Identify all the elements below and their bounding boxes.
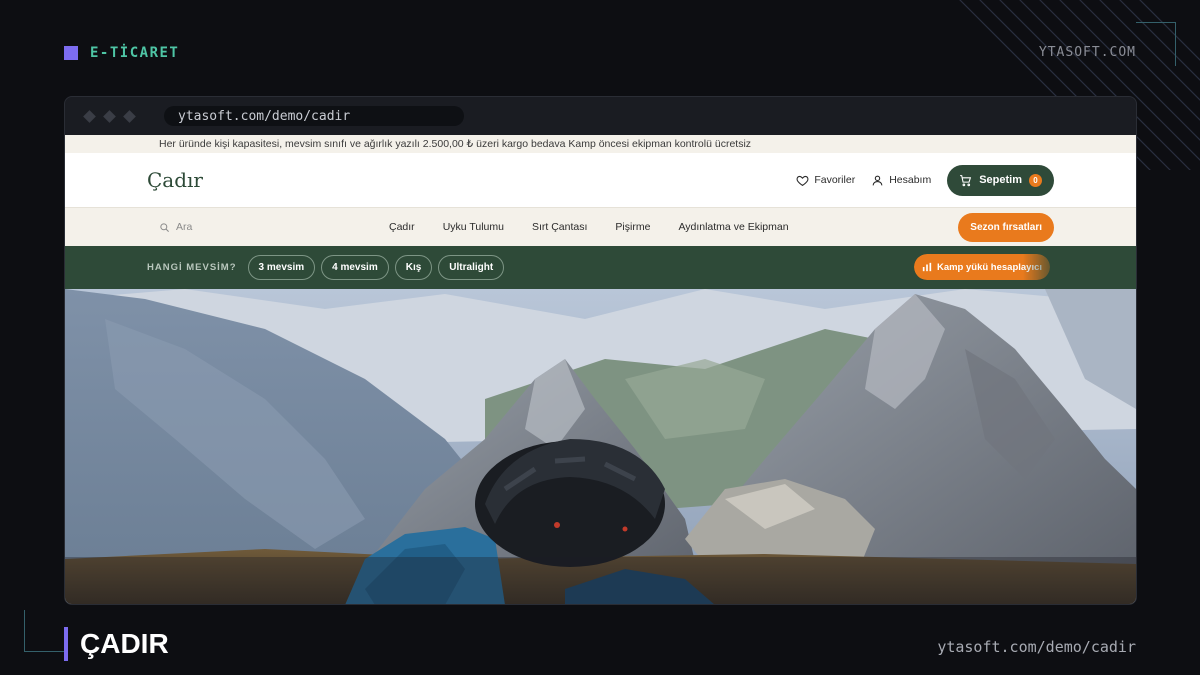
favorites-label: Favoriler — [814, 174, 856, 186]
account-link[interactable]: Hesabım — [871, 174, 931, 187]
nav-item-aydinlatma[interactable]: Aydınlatma ve Ekipman — [678, 221, 788, 233]
footer-url: ytasoft.com/demo/cadir — [937, 638, 1136, 656]
cart-button[interactable]: Sepetim 0 — [947, 164, 1054, 196]
site-logo[interactable]: Çadır — [147, 168, 203, 192]
season-filter-bar: HANGİ MEVSİM? 3 mevsim 4 mevsim Kış Ultr… — [65, 246, 1136, 289]
season-chip-3-mevsim[interactable]: 3 mevsim — [247, 255, 316, 280]
season-question: HANGİ MEVSİM? — [147, 262, 237, 273]
nav-item-sirt-cantasi[interactable]: Sırt Çantası — [532, 221, 587, 233]
season-chip-ultralight[interactable]: Ultralight — [438, 255, 505, 280]
season-chip-kis[interactable]: Kış — [394, 255, 433, 280]
search-icon — [160, 222, 169, 232]
camp-load-calculator-button[interactable]: Kamp yükü hesaplayıcı — [914, 254, 1050, 280]
season-chip-4-mevsim[interactable]: 4 mevsim — [321, 255, 389, 280]
user-icon — [872, 175, 883, 185]
announcement-bar: Her üründe kişi kapasitesi, mevsim sınıf… — [65, 135, 1136, 153]
nav-item-cadir[interactable]: Çadır — [389, 221, 415, 233]
category-tag: E-TİCARET — [64, 45, 179, 61]
browser-window: ytasoft.com/demo/cadir Her üründe kişi k… — [64, 96, 1137, 605]
site-header: Çadır Favoriler Hesabım Sepetim 0 — [65, 153, 1136, 207]
header-actions: Favoriler Hesabım Sepetim 0 — [796, 164, 1054, 196]
corner-bracket-bottom-left — [24, 610, 64, 652]
category-tag-label: E-TİCARET — [90, 45, 180, 61]
cart-icon — [960, 174, 972, 186]
announcement-text: Her üründe kişi kapasitesi, mevsim sınıf… — [159, 138, 752, 150]
heart-icon — [796, 175, 809, 186]
hero-image — [65, 289, 1136, 604]
main-navigation: Ara Çadır Uyku Tulumu Sırt Çantası Pişir… — [65, 207, 1136, 246]
camp-load-calculator-label: Kamp yükü hesaplayıcı — [936, 261, 1043, 273]
category-menu: Çadır Uyku Tulumu Sırt Çantası Pişirme A… — [389, 221, 789, 233]
window-dot-icon[interactable] — [103, 109, 116, 123]
favorites-link[interactable]: Favoriler — [796, 174, 855, 187]
tag-square-icon — [64, 46, 78, 60]
slide-title: ÇADIR — [64, 627, 169, 661]
account-label: Hesabım — [889, 174, 932, 186]
corner-bracket-top-right — [1136, 22, 1176, 66]
search-input[interactable]: Ara — [176, 221, 192, 233]
brand-label: YTASOFT.COM — [1038, 45, 1136, 60]
window-dot-icon[interactable] — [83, 109, 96, 123]
browser-toolbar: ytasoft.com/demo/cadir — [65, 97, 1136, 135]
address-bar[interactable]: ytasoft.com/demo/cadir — [164, 106, 464, 126]
bar-chart-icon — [922, 262, 932, 272]
title-accent-bar — [64, 627, 68, 661]
website-viewport: Her üründe kişi kapasitesi, mevsim sınıf… — [65, 135, 1136, 604]
window-dot-icon[interactable] — [123, 109, 136, 123]
slide-title-text: ÇADIR — [80, 628, 169, 659]
season-deals-button[interactable]: Sezon fırsatları — [958, 212, 1054, 242]
cart-count-badge: 0 — [1029, 173, 1042, 187]
search-box[interactable]: Ara — [159, 221, 192, 233]
window-controls — [83, 109, 136, 123]
cart-label: Sepetim — [979, 174, 1022, 186]
nav-item-pisirme[interactable]: Pişirme — [615, 221, 650, 233]
mountain-hiker-photo — [65, 289, 1136, 604]
nav-item-uyku-tulumu[interactable]: Uyku Tulumu — [443, 221, 504, 233]
